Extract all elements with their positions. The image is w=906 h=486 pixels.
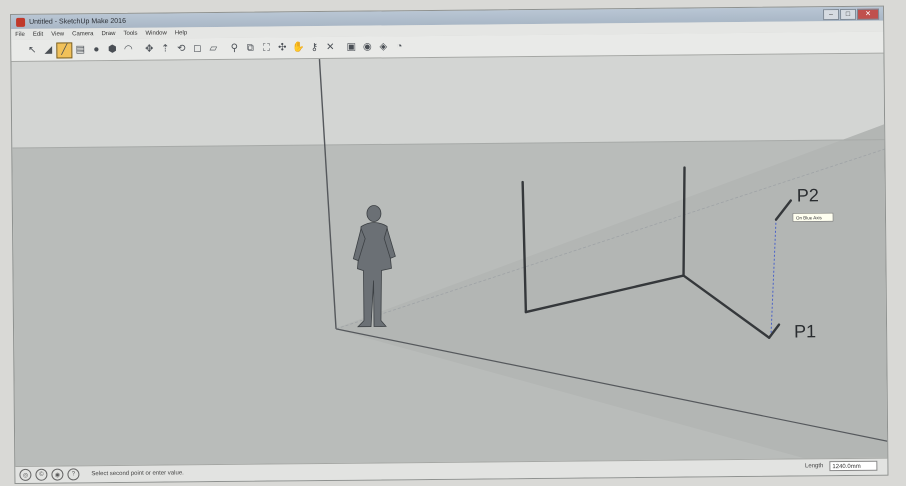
close-button[interactable]: ✕	[856, 8, 880, 20]
warehouse-icon[interactable]: ◉	[360, 40, 374, 54]
rectangle-tool-icon[interactable]: ▤	[73, 43, 87, 57]
menu-window[interactable]: Window	[141, 30, 170, 36]
menu-edit[interactable]: Edit	[29, 31, 47, 37]
line-tool-icon[interactable]: ╱	[56, 41, 73, 59]
push-pull-tool-icon[interactable]: ⇡	[158, 42, 172, 56]
sketchup-window: Untitled - SketchUp Make 2016 – □ ✕ File…	[10, 5, 889, 484]
select-tool-icon[interactable]: ↖	[25, 43, 39, 57]
menu-file[interactable]: File	[11, 31, 29, 37]
rotate-tool-icon[interactable]: ⟲	[174, 42, 188, 56]
move-tool-icon[interactable]: ✥	[142, 42, 156, 56]
menu-view[interactable]: View	[47, 31, 68, 37]
geo-location-icon[interactable]: ◎	[19, 468, 32, 481]
menu-help[interactable]: Help	[171, 30, 191, 36]
maximize-button[interactable]: □	[839, 8, 857, 21]
credits-icon[interactable]: ©	[35, 468, 48, 481]
help-icon[interactable]: ?	[67, 468, 80, 481]
zoom-tool-icon[interactable]: ⚲	[227, 41, 241, 55]
tape-measure-tool-icon[interactable]: ▱	[206, 41, 220, 55]
extension-warehouse-icon[interactable]: ◈	[376, 40, 390, 54]
window-controls: – □ ✕	[822, 8, 880, 21]
menu-camera[interactable]: Camera	[68, 31, 97, 37]
scene-canvas[interactable]: P2 P1 On Blue Axis	[11, 53, 888, 467]
pan-tool-icon[interactable]: ✋	[291, 41, 305, 55]
polygon-tool-icon[interactable]: ⬢	[105, 42, 119, 56]
measurements-label: Length	[804, 463, 824, 470]
offset-tool-icon[interactable]: ◻	[190, 42, 204, 56]
menu-draw[interactable]: Draw	[97, 30, 119, 36]
zoom-extents-tool-icon[interactable]: ⛶	[259, 41, 273, 55]
measurements-input[interactable]: 1240.0mm	[829, 460, 878, 472]
label-p2: P2	[797, 185, 819, 205]
section-plane-tool-icon[interactable]: ✕	[323, 40, 337, 54]
arc-tool-icon[interactable]: ◠	[121, 42, 135, 56]
window-title: Untitled - SketchUp Make 2016	[29, 17, 126, 26]
user-icon[interactable]: ◉	[51, 468, 64, 481]
eraser-tool-icon[interactable]: ◢	[41, 43, 55, 57]
inference-tooltip-text: On Blue Axis	[796, 215, 823, 220]
walk-tool-icon[interactable]: ⚷	[307, 41, 321, 55]
layout-icon[interactable]: ◔	[392, 40, 406, 54]
orbit-tool-icon[interactable]: ✣	[275, 41, 289, 55]
label-p1: P1	[794, 321, 816, 341]
components-icon[interactable]: ▣	[344, 40, 358, 54]
drawing-viewport[interactable]: P2 P1 On Blue Axis	[11, 53, 888, 467]
zoom-window-tool-icon[interactable]: ⧉	[243, 41, 257, 55]
circle-tool-icon[interactable]: ●	[89, 43, 103, 57]
status-hint: Select second point or enter value.	[91, 470, 184, 478]
app-icon	[16, 17, 26, 27]
menu-tools[interactable]: Tools	[119, 30, 141, 36]
minimize-button[interactable]: –	[822, 9, 840, 21]
